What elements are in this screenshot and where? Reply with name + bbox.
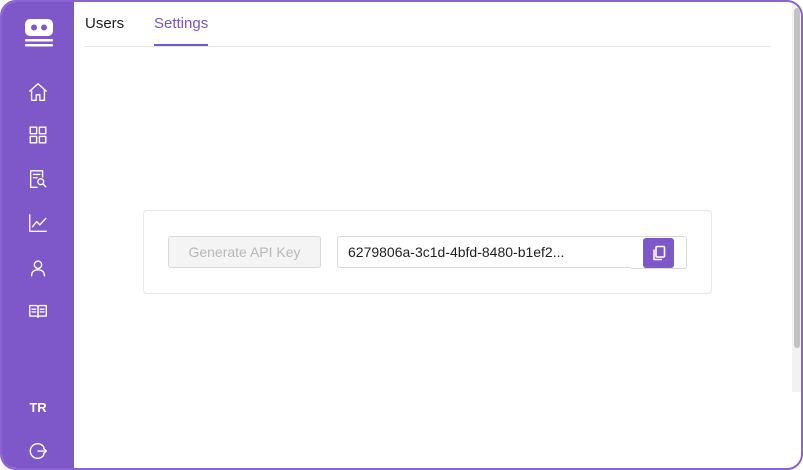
logout-icon[interactable] [26, 439, 50, 463]
user-initials[interactable]: TR [2, 400, 74, 415]
scrollbar-thumb[interactable] [794, 8, 800, 348]
book-icon[interactable] [26, 299, 50, 323]
sidebar: TR [2, 2, 74, 468]
copy-icon [652, 245, 665, 261]
copy-button[interactable] [643, 238, 674, 268]
generate-api-key-button[interactable]: Generate API Key [168, 236, 321, 268]
tab-bar: Users Settings [84, 2, 770, 47]
api-key-card: Generate API Key 6279806a-3c1d-4bfd-8480… [143, 210, 712, 294]
chart-line-icon[interactable] [26, 211, 50, 235]
app-window: TR Users Settings Generate API Key 62798… [0, 0, 803, 470]
tab-users[interactable]: Users [85, 15, 124, 44]
vertical-scrollbar[interactable] [792, 2, 801, 392]
main-content: Users Settings Generate API Key 6279806a… [74, 2, 801, 468]
grid-icon[interactable] [26, 123, 50, 147]
robot-logo-icon[interactable] [22, 18, 56, 48]
api-key-field[interactable]: 6279806a-3c1d-4bfd-8480-b1ef2... [337, 236, 632, 268]
user-icon[interactable] [26, 256, 50, 280]
tab-settings[interactable]: Settings [154, 15, 209, 46]
copy-addon [631, 236, 687, 269]
home-icon[interactable] [26, 80, 50, 104]
document-search-icon[interactable] [26, 167, 50, 191]
